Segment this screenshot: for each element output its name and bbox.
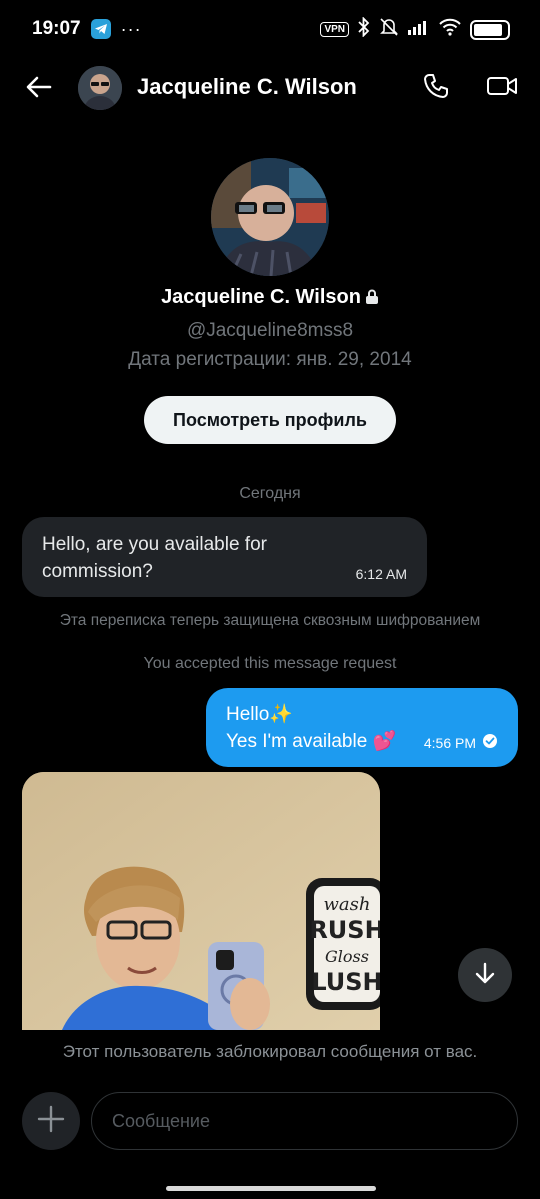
status-bar: 19:07 ··· VPN (0, 0, 540, 58)
arrow-down-icon (473, 961, 497, 990)
outgoing-message[interactable]: Hello✨ Yes I'm available 💕 4:56 PM (206, 688, 518, 767)
incoming-message-time: 6:12 AM (355, 566, 407, 582)
encryption-notice: Эта переписка теперь защищена сквозным ш… (59, 612, 481, 629)
video-call-button[interactable] (484, 70, 520, 106)
photo-sign-line4: LUSH (311, 968, 380, 996)
request-accepted-notice: You accepted this message request (143, 655, 397, 672)
incoming-message[interactable]: Hello, are you available for commission?… (22, 517, 427, 597)
scroll-to-bottom-button[interactable] (458, 948, 512, 1002)
back-button[interactable] (22, 72, 56, 106)
profile-handle: @Jacqueline8mss8 (186, 320, 354, 341)
day-separator: Сегодня (239, 485, 301, 502)
outgoing-message-time: 4:56 PM (423, 734, 476, 751)
wifi-icon (439, 18, 461, 41)
signal-icon (408, 19, 430, 40)
profile-name-row: Jacqueline C. Wilson (0, 286, 540, 311)
incoming-message-text: Hello, are you available for commission? (42, 534, 267, 582)
back-arrow-icon (26, 76, 52, 103)
phone-icon (422, 72, 450, 105)
image-message[interactable]: wash RUSH Gloss LUSH (22, 772, 380, 1030)
blocked-notice: Этот пользователь заблокировал сообщения… (62, 1042, 478, 1061)
plus-icon (37, 1105, 65, 1138)
call-button[interactable] (418, 70, 454, 106)
home-indicator[interactable] (166, 1186, 376, 1191)
conversation-header: Jacqueline C. Wilson (0, 58, 540, 118)
profile-name: Jacqueline C. Wilson (161, 286, 361, 308)
status-time: 19:07 (32, 18, 81, 39)
more-notifications-icon: ··· (120, 18, 142, 39)
view-profile-button[interactable]: Посмотреть профиль (144, 396, 396, 444)
message-input[interactable] (91, 1092, 518, 1150)
telegram-icon (90, 19, 111, 39)
battery-icon (470, 19, 510, 40)
lock-icon (365, 288, 379, 311)
profile-joined-date: Дата регистрации: янв. 29, 2014 (128, 349, 412, 370)
silent-icon (379, 17, 399, 42)
photo-sign-line2: RUSH (309, 916, 380, 944)
header-name[interactable]: Jacqueline C. Wilson (137, 74, 357, 100)
add-attachment-button[interactable] (22, 1092, 80, 1150)
outgoing-message-line1: Hello✨ (226, 704, 293, 725)
photo-sign-line1: wash (324, 894, 371, 915)
outgoing-message-meta: 4:56 PM (424, 733, 498, 752)
header-avatar[interactable] (78, 66, 122, 110)
photo-sign-line3: Gloss (325, 947, 369, 966)
bluetooth-icon (358, 16, 370, 42)
profile-avatar[interactable] (211, 158, 329, 276)
video-icon (486, 74, 518, 103)
read-check-icon (482, 733, 498, 752)
vpn-badge: VPN (320, 22, 349, 37)
